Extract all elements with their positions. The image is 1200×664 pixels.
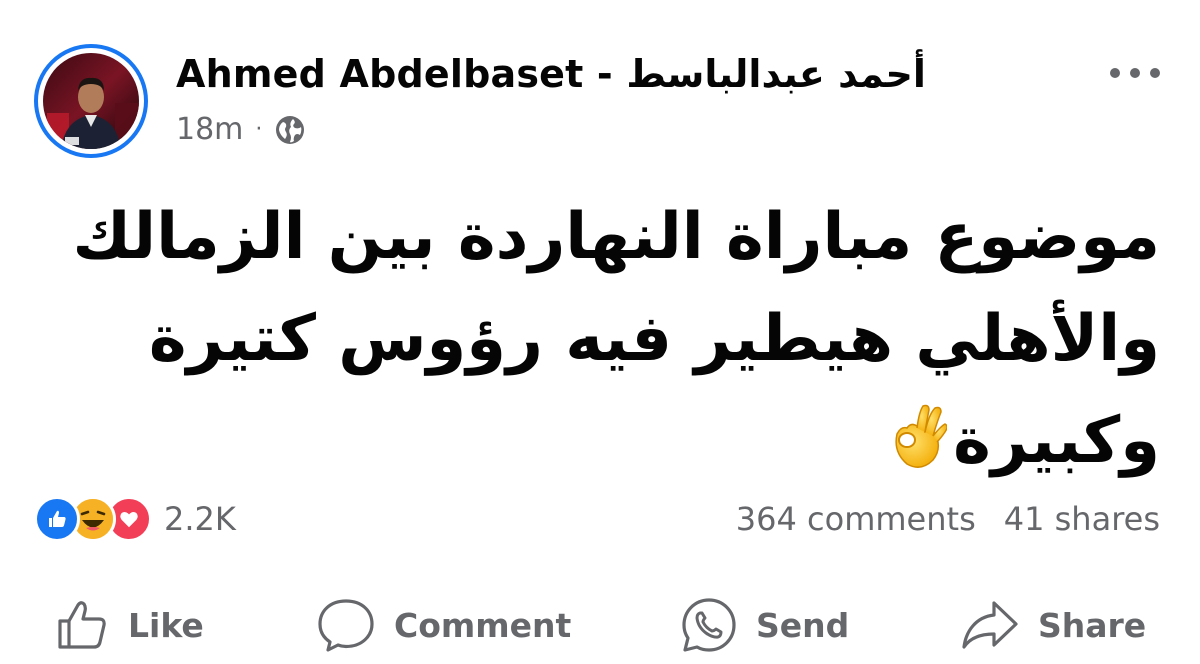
post-text: موضوع مباراة النهاردة بين الزمالك والأهل… bbox=[50, 186, 1160, 492]
comment-bubble-icon bbox=[318, 599, 374, 652]
post-text-line: وكبيرة bbox=[953, 404, 1160, 478]
reactions-summary[interactable]: 2.2K bbox=[34, 496, 236, 542]
author-name[interactable]: Ahmed Abdelbaset - أحمد عبدالباسط bbox=[176, 52, 926, 96]
more-options-button[interactable] bbox=[1110, 58, 1160, 88]
dot-icon bbox=[1110, 68, 1120, 78]
post-text-line: والأهلي هيطير فيه رؤوس كتيرة bbox=[148, 302, 1160, 376]
shares-count-link[interactable]: 41 shares bbox=[1004, 500, 1160, 538]
facebook-post: Ahmed Abdelbaset - أحمد عبدالباسط 18m · … bbox=[0, 0, 1200, 664]
thumbs-up-icon bbox=[58, 601, 106, 649]
dot-icon bbox=[1150, 68, 1160, 78]
post-text-line-last: وكبيرة bbox=[50, 390, 1160, 492]
meta-separator: · bbox=[255, 116, 263, 142]
post-time[interactable]: 18m bbox=[176, 112, 243, 147]
avatar[interactable] bbox=[34, 44, 148, 158]
post-action-bar: Like Comment Send Share bbox=[0, 590, 1200, 660]
send-button-label: Send bbox=[756, 605, 850, 645]
send-button[interactable]: Send bbox=[680, 590, 849, 660]
ok-hand-emoji-icon bbox=[895, 404, 948, 468]
like-button[interactable]: Like bbox=[54, 590, 204, 660]
share-button[interactable]: Share bbox=[960, 590, 1146, 660]
comments-count-link[interactable]: 364 comments bbox=[736, 500, 976, 538]
engagement-stats: 364 comments 41 shares bbox=[736, 500, 1160, 538]
comment-button-label: Comment bbox=[394, 605, 572, 645]
share-arrow-icon bbox=[962, 601, 1018, 649]
globe-icon bbox=[276, 115, 305, 144]
like-button-label: Like bbox=[128, 605, 204, 645]
post-meta: 18m · bbox=[176, 112, 306, 147]
dot-icon bbox=[1130, 68, 1140, 78]
share-button-label: Share bbox=[1038, 605, 1147, 645]
post-text-line: موضوع مباراة النهاردة بين الزمالك bbox=[72, 200, 1160, 274]
whatsapp-icon bbox=[682, 598, 736, 652]
like-reaction-icon bbox=[34, 496, 80, 542]
avatar-photo bbox=[43, 53, 139, 149]
comment-button[interactable]: Comment bbox=[316, 590, 571, 660]
reaction-count: 2.2K bbox=[164, 500, 236, 538]
